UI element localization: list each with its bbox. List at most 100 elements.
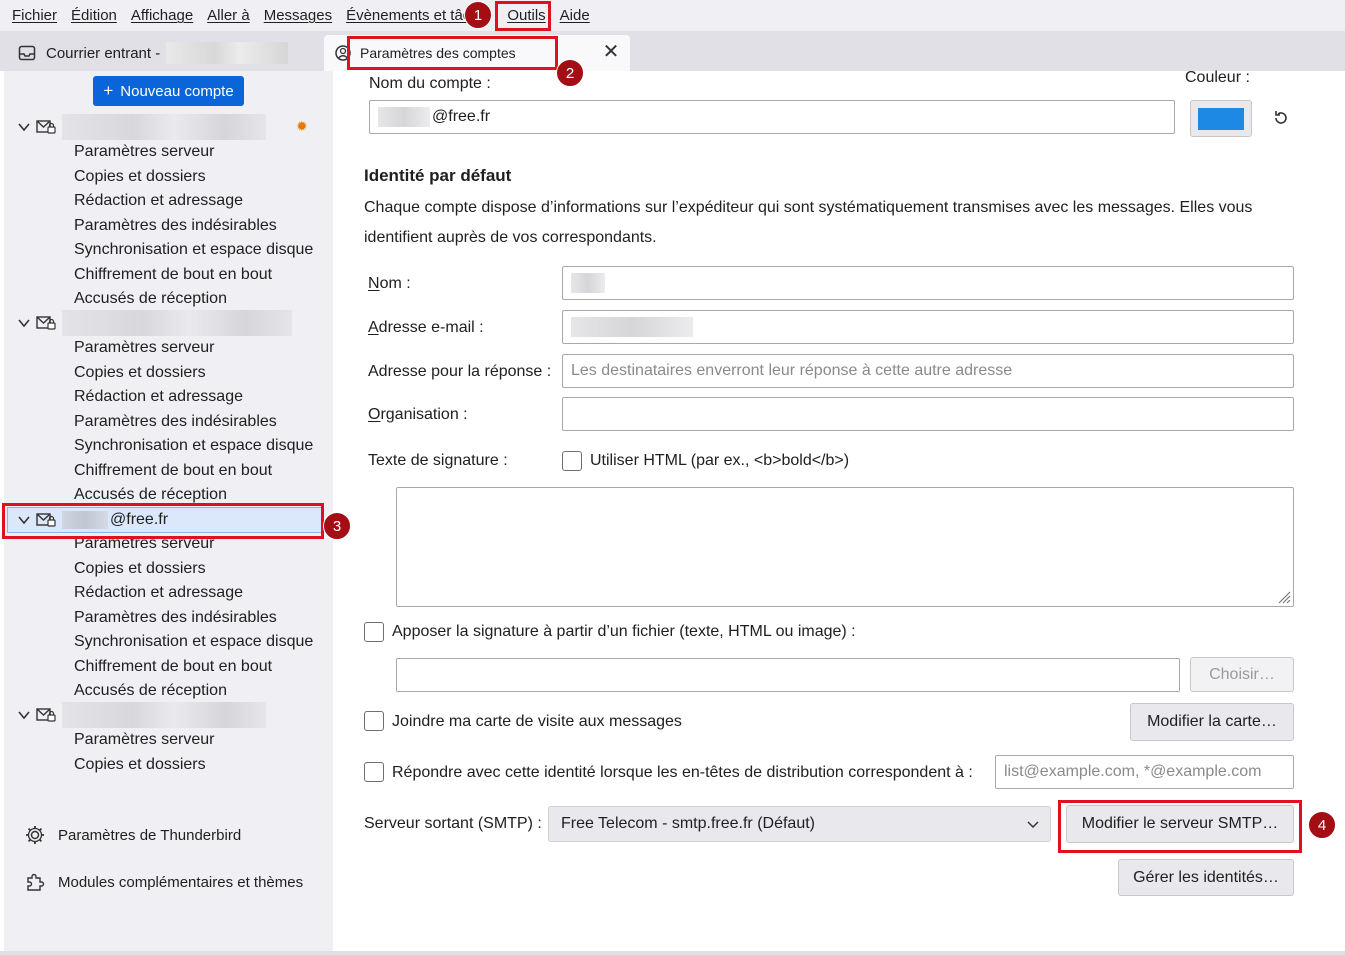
sidebar-item-receipts[interactable]: Accusés de réception: [74, 483, 227, 507]
sidebar-item-junk[interactable]: Paramètres des indésirables: [74, 214, 277, 238]
sidebar-item-copies-folders[interactable]: Copies et dossiers: [74, 165, 206, 189]
thunderbird-settings-label: Paramètres de Thunderbird: [58, 826, 242, 844]
redacted-name: [571, 273, 605, 293]
sidebar-item-server-settings[interactable]: Paramètres serveur: [74, 532, 215, 556]
menu-affichage[interactable]: Affichage: [124, 0, 200, 31]
name-input[interactable]: [562, 266, 1294, 300]
sidebar-item-e2e[interactable]: Chiffrement de bout en bout: [74, 655, 272, 679]
thunderbird-settings-link[interactable]: Paramètres de Thunderbird: [24, 824, 241, 846]
annotation-badge-3: 3: [323, 512, 351, 540]
color-label: Couleur :: [1185, 69, 1250, 86]
puzzle-icon: [27, 873, 45, 891]
reply-to-placeholder: Les destinataires enverront leur réponse…: [571, 362, 1013, 379]
redacted-account-name: [62, 702, 266, 728]
sidebar-item-junk[interactable]: Paramètres des indésirables: [74, 606, 277, 630]
mail-account-icon: [36, 316, 56, 330]
menu-aller-a[interactable]: Aller à: [200, 0, 257, 31]
manage-identities-button[interactable]: Gérer les identités…: [1118, 859, 1294, 896]
close-icon[interactable]: ✕: [602, 42, 620, 62]
addons-themes-link[interactable]: Modules complémentaires et thèmes: [24, 871, 303, 893]
sidebar-item-e2e[interactable]: Chiffrement de bout en bout: [74, 459, 272, 483]
signature-file-checkbox[interactable]: [364, 622, 384, 642]
chevron-down-icon[interactable]: [16, 119, 32, 135]
menu-fichier[interactable]: Fichier: [5, 0, 64, 31]
reply-identity-placeholder: list@example.com, *@example.com: [1004, 763, 1262, 780]
sidebar-item-junk[interactable]: Paramètres des indésirables: [74, 410, 277, 434]
sidebar-item-copies-folders[interactable]: Copies et dossiers: [74, 557, 206, 581]
redacted-account-name: [62, 114, 266, 140]
mail-account-icon: [36, 120, 56, 134]
mail-account-icon: [36, 708, 56, 722]
sidebar-item-composition[interactable]: Rédaction et adressage: [74, 581, 243, 605]
smtp-label: Serveur sortant (SMTP) :: [364, 815, 542, 832]
sidebar-item-server-settings[interactable]: Paramètres serveur: [74, 728, 215, 752]
addons-themes-label: Modules complémentaires et thèmes: [58, 873, 304, 891]
sidebar-item-sync[interactable]: Synchronisation et espace disque: [74, 238, 313, 262]
annotation-badge-4: 4: [1308, 811, 1336, 839]
signature-label: Texte de signature :: [368, 452, 508, 469]
email-label: Adresse e-mail :: [368, 319, 484, 336]
sidebar-item-receipts[interactable]: Accusés de réception: [74, 679, 227, 703]
signature-textarea[interactable]: [396, 487, 1294, 607]
redacted-email-prefix: [62, 510, 108, 529]
choose-file-button[interactable]: Choisir…: [1190, 657, 1294, 692]
sidebar-item-server-settings[interactable]: Paramètres serveur: [74, 140, 215, 164]
sidebar-item-copies-folders[interactable]: Copies et dossiers: [74, 753, 206, 777]
menu-aide[interactable]: Aide: [553, 0, 597, 31]
name-label: Nom :: [368, 275, 411, 292]
chevron-down-icon[interactable]: [16, 512, 32, 528]
reply-identity-label: Répondre avec cette identité lorsque les…: [392, 764, 973, 781]
reset-color-icon[interactable]: [1271, 108, 1291, 128]
organization-input[interactable]: [562, 397, 1294, 431]
sidebar-item-composition[interactable]: Rédaction et adressage: [74, 189, 243, 213]
smtp-server-value: Free Telecom - smtp.free.fr (Défaut): [561, 815, 815, 832]
reply-identity-input[interactable]: list@example.com, *@example.com: [995, 755, 1294, 789]
chevron-down-icon[interactable]: [16, 707, 32, 723]
menu-edition[interactable]: Édition: [64, 0, 124, 31]
star-icon: ✹: [296, 118, 308, 134]
use-html-checkbox[interactable]: [562, 451, 582, 471]
smtp-server-select[interactable]: Free Telecom - smtp.free.fr (Défaut): [548, 806, 1051, 842]
account-name-input[interactable]: @free.fr: [369, 100, 1175, 134]
sidebar-item-sync[interactable]: Synchronisation et espace disque: [74, 434, 313, 458]
sidebar-item-receipts[interactable]: Accusés de réception: [74, 287, 227, 311]
plus-icon: +: [103, 81, 114, 100]
color-swatch: [1198, 107, 1244, 130]
color-picker-button[interactable]: [1190, 100, 1252, 137]
account-4[interactable]: [16, 702, 316, 728]
account-name-value: @free.fr: [432, 108, 491, 125]
reply-to-label: Adresse pour la réponse :: [368, 363, 552, 380]
tab-account-settings[interactable]: Paramètres des comptes ✕: [324, 35, 630, 71]
redacted-email: [571, 317, 693, 337]
account-free-fr[interactable]: @free.fr: [7, 507, 323, 533]
tab-inbox[interactable]: Courrier entrant -: [4, 35, 320, 71]
tab-account-settings-label: Paramètres des comptes: [360, 45, 516, 61]
sidebar-item-copies-folders[interactable]: Copies et dossiers: [74, 361, 206, 385]
resize-grip-icon[interactable]: [1275, 588, 1291, 604]
vcard-checkbox[interactable]: [364, 711, 384, 731]
menu-outils[interactable]: Outils: [500, 0, 552, 31]
account-email-domain: @free.fr: [110, 511, 169, 529]
reply-identity-checkbox[interactable]: [364, 762, 384, 782]
sidebar-item-sync[interactable]: Synchronisation et espace disque: [74, 630, 313, 654]
account-1[interactable]: ✹: [16, 114, 316, 140]
new-account-button[interactable]: + Nouveau compte: [93, 76, 244, 106]
chevron-down-icon[interactable]: [16, 315, 32, 331]
sidebar-item-e2e[interactable]: Chiffrement de bout en bout: [74, 263, 272, 287]
sidebar-item-composition[interactable]: Rédaction et adressage: [74, 385, 243, 409]
redacted-account-name: [166, 42, 289, 64]
vcard-label: Joindre ma carte de visite aux messages: [392, 713, 682, 730]
menu-messages[interactable]: Messages: [257, 0, 339, 31]
edit-card-button[interactable]: Modifier la carte…: [1130, 703, 1294, 741]
reply-to-input[interactable]: Les destinataires enverront leur réponse…: [562, 354, 1294, 388]
account-2[interactable]: [16, 310, 316, 336]
account-sidebar: + Nouveau compte ✹ Paramètres serveur Co…: [4, 71, 333, 951]
email-input[interactable]: [562, 310, 1294, 344]
edit-smtp-button[interactable]: Modifier le serveur SMTP…: [1066, 805, 1294, 843]
gear-icon: [26, 826, 44, 844]
signature-file-input[interactable]: [396, 658, 1180, 692]
inbox-icon: [18, 45, 36, 61]
sidebar-item-server-settings[interactable]: Paramètres serveur: [74, 336, 215, 360]
new-account-label: Nouveau compte: [120, 82, 234, 100]
account-settings-icon: [335, 45, 351, 61]
